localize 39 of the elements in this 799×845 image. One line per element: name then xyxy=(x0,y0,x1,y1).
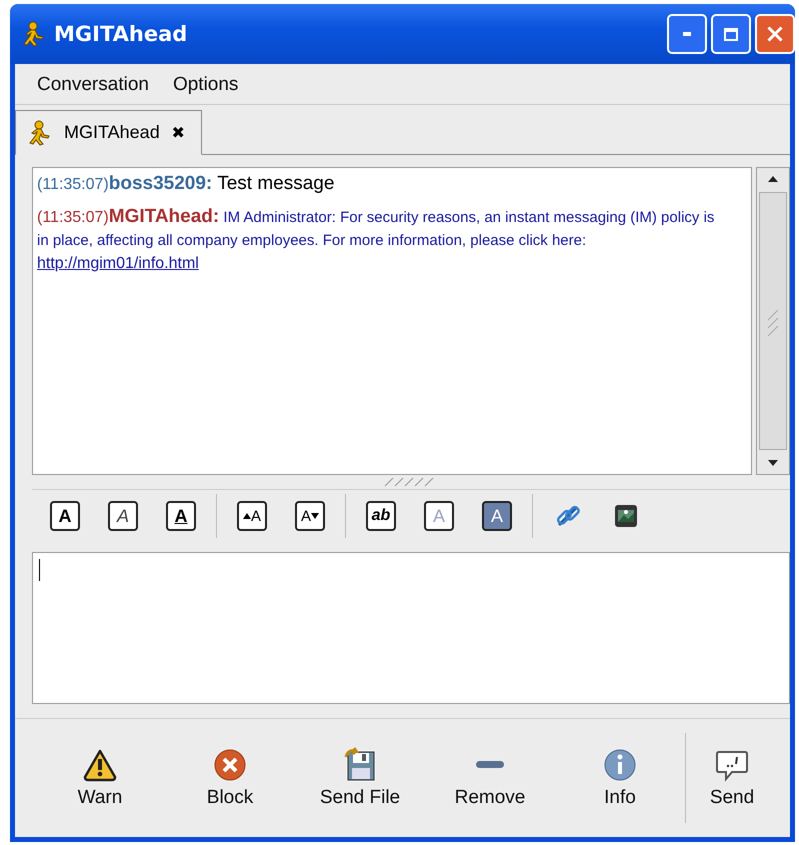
conversation-tab[interactable]: MGITAhead ✖ xyxy=(15,110,202,155)
scrollbar[interactable] xyxy=(756,167,790,475)
minimize-icon xyxy=(683,32,691,36)
larger-font-button[interactable]: A xyxy=(237,501,267,531)
scroll-thumb[interactable] xyxy=(759,192,787,450)
block-icon xyxy=(212,747,248,783)
chat-message: (11:35:07)MGITAhead: IM Administrator: For security reasons, an instant messaging (IM) policy is in place, affecting all company employees. For more information, please click here: http://mgim01/info.html xyxy=(37,205,716,274)
window-title: MGITAhead xyxy=(54,22,188,46)
info-icon xyxy=(602,747,638,783)
close-button[interactable] xyxy=(755,14,795,54)
remove-button[interactable]: Remove xyxy=(425,747,555,809)
tab-label: MGITAhead xyxy=(64,122,160,143)
bold-button[interactable]: A xyxy=(50,501,80,531)
menu-item[interactable]: Options xyxy=(172,74,238,96)
tab-close-button[interactable]: ✖ xyxy=(172,122,185,142)
block-button[interactable]: Block xyxy=(165,747,295,809)
font-button[interactable]: ab xyxy=(366,501,396,531)
underline-button[interactable]: A xyxy=(166,501,196,531)
maximize-icon xyxy=(724,28,738,40)
running-figure-icon xyxy=(28,120,52,146)
close-icon xyxy=(767,26,783,42)
minus-icon xyxy=(476,761,504,768)
message-input-field[interactable] xyxy=(32,552,790,704)
up-triangle-icon xyxy=(242,512,251,520)
warn-button[interactable]: Warn xyxy=(35,747,165,809)
link[interactable]: http://mgim01/info.html xyxy=(37,255,199,272)
send-button[interactable]: Send xyxy=(692,747,772,809)
italic-button[interactable]: A xyxy=(108,501,138,531)
chat-message: (11:35:07)boss35209: Test message xyxy=(37,172,336,196)
sendfile-button[interactable]: Send File xyxy=(295,747,425,809)
down-triangle-icon xyxy=(311,512,319,520)
warning-icon xyxy=(82,747,118,783)
background-color-button[interactable]: A xyxy=(482,501,512,531)
maximize-button[interactable] xyxy=(711,14,751,54)
info-button[interactable]: Info xyxy=(555,747,685,809)
minimize-button[interactable] xyxy=(667,14,707,54)
menu-item[interactable]: Conversation xyxy=(37,74,149,96)
smaller-font-button[interactable]: A xyxy=(295,501,325,531)
running-figure-icon xyxy=(22,21,46,47)
